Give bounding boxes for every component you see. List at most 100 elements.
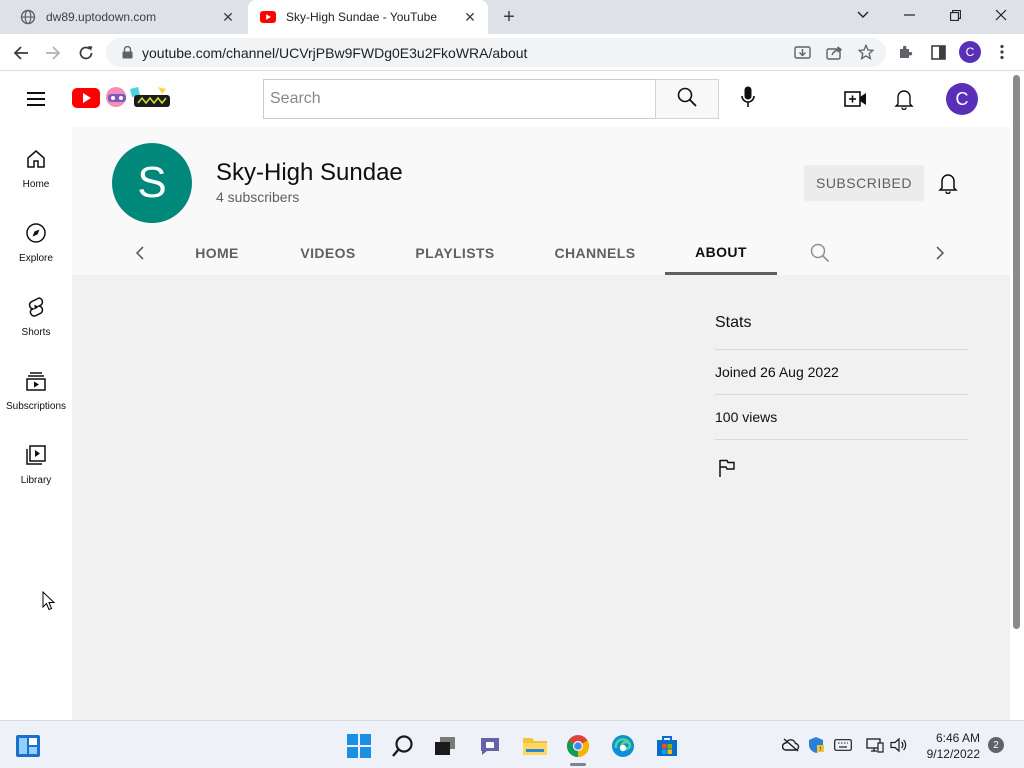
- tab-home[interactable]: HOME: [177, 231, 257, 275]
- taskbar-search-icon[interactable]: [390, 733, 416, 759]
- chrome-icon[interactable]: [565, 733, 591, 759]
- page-scrollbar[interactable]: [1010, 71, 1024, 720]
- channel-header: S Sky-High Sundae 4 subscribers SUBSCRIB…: [72, 127, 1010, 275]
- channel-tabs: HOME VIDEOS PLAYLISTS CHANNELS ABOUT: [72, 231, 1010, 275]
- back-arrow-icon[interactable]: [8, 40, 34, 66]
- share-icon[interactable]: [822, 40, 846, 64]
- browser-tab-strip: dw89.uptodown.com ✕ Sky-High Sundae - Yo…: [0, 0, 1024, 34]
- stats-panel: Stats Joined 26 Aug 2022 100 views: [715, 314, 968, 480]
- side-panel-icon[interactable]: [926, 40, 950, 64]
- browser-tab-uptodown[interactable]: dw89.uptodown.com ✕: [8, 0, 246, 34]
- subscribed-button[interactable]: SUBSCRIBED: [804, 165, 924, 201]
- report-flag-icon[interactable]: [715, 456, 739, 480]
- stats-title: Stats: [715, 314, 968, 350]
- channel-search-icon[interactable]: [808, 241, 832, 265]
- volume-speaker-icon[interactable]: [890, 736, 908, 754]
- window-close-icon[interactable]: [978, 0, 1024, 30]
- teams-chat-icon[interactable]: [477, 733, 503, 759]
- security-shield-icon[interactable]: !: [807, 736, 825, 754]
- edge-icon[interactable]: [610, 733, 636, 759]
- guide-item-library[interactable]: Library: [0, 423, 72, 497]
- notification-count-badge[interactable]: 2: [988, 737, 1004, 753]
- browser-tab-youtube[interactable]: Sky-High Sundae - YouTube ✕: [248, 0, 488, 34]
- microphone-icon: [741, 86, 755, 113]
- address-bar[interactable]: youtube.com/channel/UCVrjPBw9FWDg0E3u2Fk…: [106, 38, 886, 67]
- extensions-puzzle-icon[interactable]: [894, 40, 918, 64]
- youtube-favicon-icon: [260, 9, 276, 25]
- onedrive-offline-icon[interactable]: [782, 736, 800, 754]
- svg-text:!: !: [819, 746, 821, 753]
- channel-name: Sky-High Sundae: [216, 159, 403, 186]
- tab-videos[interactable]: VIDEOS: [284, 231, 372, 275]
- more-options-icon[interactable]: [990, 40, 1014, 64]
- shorts-icon: [24, 295, 48, 319]
- channel-avatar[interactable]: S: [112, 143, 192, 223]
- tab-about[interactable]: ABOUT: [665, 231, 777, 275]
- tab-title: dw89.uptodown.com: [46, 10, 157, 24]
- search-button[interactable]: [655, 79, 719, 119]
- clock-time: 6:46 AM: [935, 731, 980, 745]
- guide-item-label: Subscriptions: [5, 401, 67, 412]
- guide-sidebar: Home Explore Shorts Subscriptions Librar…: [0, 127, 72, 720]
- scrollbar-thumb[interactable]: [1013, 75, 1020, 629]
- search-input[interactable]: [270, 90, 656, 108]
- youtube-doodle-logo[interactable]: [72, 85, 174, 111]
- compass-icon: [24, 221, 48, 245]
- minimize-icon[interactable]: [886, 0, 932, 30]
- restore-icon[interactable]: [932, 0, 978, 30]
- browser-profile-avatar[interactable]: C: [959, 41, 981, 63]
- guide-item-subscriptions[interactable]: Subscriptions: [0, 349, 72, 423]
- guide-item-label: Home: [22, 179, 50, 190]
- library-icon: [24, 443, 48, 467]
- channel-notification-bell-icon[interactable]: [936, 171, 960, 195]
- tab-playlists[interactable]: PLAYLISTS: [400, 231, 510, 275]
- bookmark-star-icon[interactable]: [854, 40, 878, 64]
- clock-date: 9/12/2022: [926, 747, 980, 761]
- chevron-left-icon[interactable]: [128, 241, 152, 265]
- tab-search-chevron-icon[interactable]: [840, 0, 886, 30]
- network-monitor-icon[interactable]: [866, 736, 884, 754]
- task-view-icon[interactable]: [432, 733, 458, 759]
- new-tab-button[interactable]: +: [498, 6, 520, 28]
- keyboard-icon[interactable]: [834, 736, 852, 754]
- close-icon[interactable]: ✕: [218, 7, 238, 27]
- browser-toolbar: youtube.com/channel/UCVrjPBw9FWDg0E3u2Fk…: [0, 34, 1024, 71]
- youtube-masthead: C: [0, 71, 1010, 127]
- tab-channels[interactable]: CHANNELS: [538, 231, 652, 275]
- search-icon: [677, 87, 697, 112]
- subscriber-count: 4 subscribers: [216, 189, 300, 205]
- guide-item-label: Library: [20, 475, 52, 486]
- mouse-cursor-icon: [42, 590, 56, 611]
- home-icon: [24, 147, 48, 171]
- chevron-right-icon[interactable]: [928, 241, 952, 265]
- microsoft-store-icon[interactable]: [654, 733, 680, 759]
- subscriptions-icon: [24, 369, 48, 393]
- guide-item-home[interactable]: Home: [0, 127, 72, 201]
- create-video-icon[interactable]: [844, 87, 868, 111]
- channel-page: S Sky-High Sundae 4 subscribers SUBSCRIB…: [72, 127, 1010, 720]
- tab-title: Sky-High Sundae - YouTube: [286, 10, 437, 24]
- taskbar-clock[interactable]: 6:46 AM 9/12/2022: [918, 730, 980, 762]
- widgets-icon[interactable]: [15, 733, 41, 759]
- account-avatar[interactable]: C: [946, 83, 978, 115]
- active-app-indicator: [570, 763, 586, 766]
- view-count: 100 views: [715, 395, 968, 440]
- close-icon[interactable]: ✕: [460, 7, 480, 27]
- install-app-icon[interactable]: [790, 40, 814, 64]
- hamburger-menu-icon[interactable]: [24, 87, 48, 111]
- globe-icon: [20, 9, 36, 25]
- guide-item-explore[interactable]: Explore: [0, 201, 72, 275]
- file-explorer-icon[interactable]: [522, 733, 548, 759]
- reload-icon[interactable]: [73, 40, 99, 66]
- guide-item-label: Explore: [19, 253, 53, 264]
- search-field[interactable]: [263, 79, 656, 119]
- lock-icon: [118, 46, 136, 59]
- windows-start-icon[interactable]: [346, 733, 372, 759]
- notifications-bell-icon[interactable]: [892, 87, 916, 111]
- guide-item-shorts[interactable]: Shorts: [0, 275, 72, 349]
- voice-search-button[interactable]: [728, 79, 768, 119]
- joined-date: Joined 26 Aug 2022: [715, 350, 968, 395]
- windows-taskbar: ! 6:46 AM 9/12/2022 2: [0, 720, 1024, 768]
- url-text[interactable]: youtube.com/channel/UCVrjPBw9FWDg0E3u2Fk…: [142, 45, 886, 61]
- forward-arrow-icon[interactable]: [40, 40, 66, 66]
